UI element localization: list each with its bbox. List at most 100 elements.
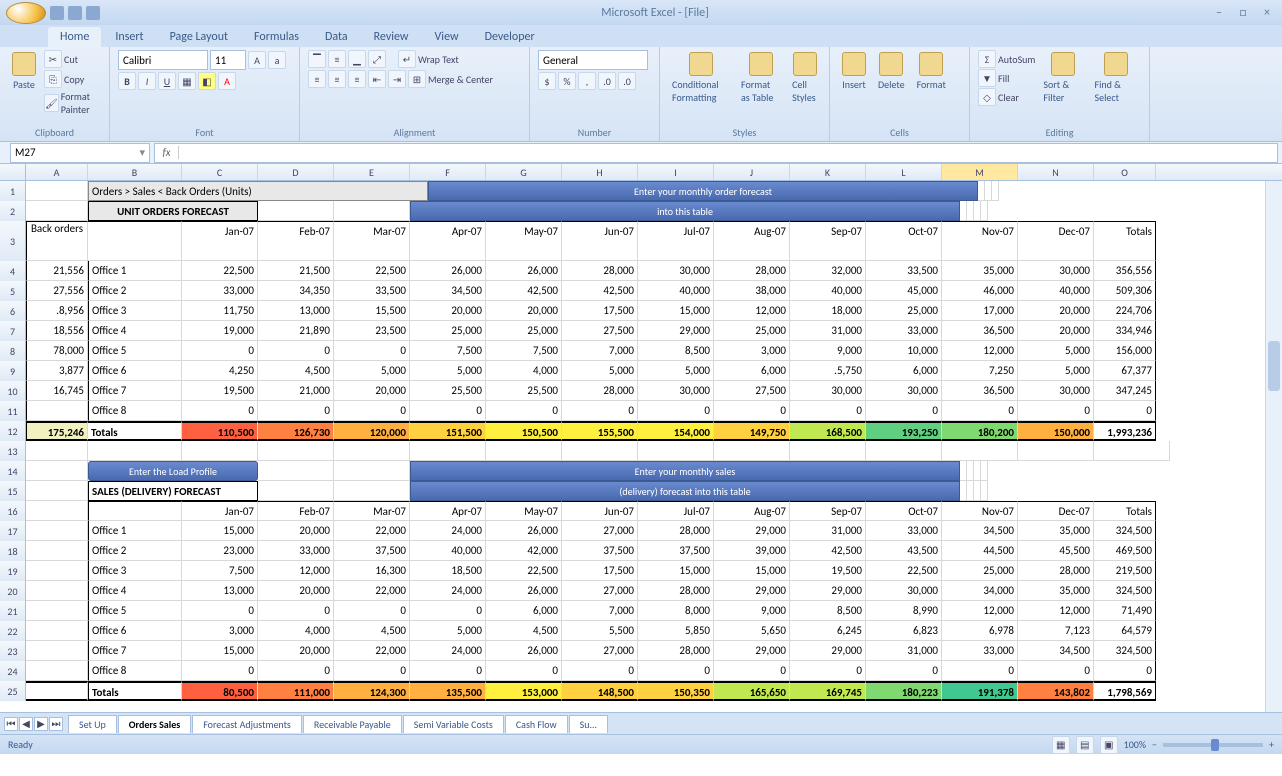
cell[interactable]	[26, 181, 88, 201]
clear-button[interactable]: ◇Clear	[978, 88, 1035, 106]
cell[interactable]	[960, 201, 967, 221]
cell[interactable]: Totals	[88, 421, 182, 441]
tab-developer[interactable]: Developer	[473, 27, 547, 47]
cell[interactable]: 7,500	[486, 341, 562, 361]
cell[interactable]: Office 8	[88, 661, 182, 681]
cell[interactable]: .8,956	[26, 301, 88, 321]
cell[interactable]: 20,000	[1018, 301, 1094, 321]
cell[interactable]: 3,000	[714, 341, 790, 361]
cell[interactable]: Office 4	[88, 321, 182, 341]
shrink-font-icon[interactable]: a	[268, 51, 286, 69]
cell[interactable]	[334, 201, 410, 221]
cell[interactable]: 4,000	[258, 621, 334, 641]
cell[interactable]: 9,000	[714, 601, 790, 621]
cell[interactable]: 5,000	[334, 361, 410, 381]
cell[interactable]: 150,500	[486, 421, 562, 441]
cell[interactable]: 27,500	[714, 381, 790, 401]
col-header-B[interactable]: B	[88, 164, 182, 180]
formula-bar[interactable]: fx	[154, 143, 1278, 163]
cell[interactable]: 16,300	[334, 561, 410, 581]
cell[interactable]: 0	[334, 601, 410, 621]
cell[interactable]	[981, 481, 988, 501]
scrollbar-thumb[interactable]	[1268, 341, 1280, 391]
cell[interactable]: Office 3	[88, 561, 182, 581]
qat-undo-icon[interactable]	[68, 6, 82, 20]
cell[interactable]: 19,500	[182, 381, 258, 401]
maximize-button[interactable]: □	[1234, 6, 1252, 20]
cell[interactable]: 180,200	[942, 421, 1018, 441]
align-left-icon[interactable]: ≡	[308, 70, 326, 88]
cell[interactable]: 12,000	[258, 561, 334, 581]
cell[interactable]	[981, 461, 988, 481]
cell[interactable]	[967, 201, 974, 221]
cell[interactable]: 35,000	[942, 261, 1018, 281]
cell[interactable]: 44,500	[942, 541, 1018, 561]
cell[interactable]	[26, 541, 88, 561]
align-center-icon[interactable]: ≡	[328, 70, 346, 88]
cell[interactable]: 33,500	[334, 281, 410, 301]
cell[interactable]: 0	[182, 601, 258, 621]
cell[interactable]: 29,000	[714, 641, 790, 661]
cell[interactable]: 6,000	[486, 601, 562, 621]
cell[interactable]: 334,946	[1094, 321, 1156, 341]
vertical-scrollbar[interactable]	[1265, 181, 1282, 712]
cell[interactable]: 25,000	[410, 321, 486, 341]
cell[interactable]: Jun-07	[562, 221, 638, 261]
cell[interactable]: 33,000	[866, 321, 942, 341]
cell[interactable]: 17,500	[562, 301, 638, 321]
cell[interactable]: 26,000	[486, 261, 562, 281]
select-all-corner[interactable]	[0, 164, 26, 180]
cell[interactable]: Office 7	[88, 381, 182, 401]
cell[interactable]: 42,500	[790, 541, 866, 561]
row-header[interactable]: 9	[0, 361, 26, 381]
cell[interactable]: 5,000	[562, 361, 638, 381]
cell[interactable]: 0	[258, 401, 334, 421]
cell[interactable]: Apr-07	[410, 221, 486, 261]
cell[interactable]: 29,000	[638, 321, 714, 341]
cell[interactable]: 168,500	[790, 421, 866, 441]
cell[interactable]: 0	[942, 401, 1018, 421]
cell[interactable]: 67,377	[1094, 361, 1156, 381]
name-box[interactable]: M27▾	[10, 143, 150, 163]
cell[interactable]	[88, 441, 182, 461]
cell[interactable]: 7,123	[1018, 621, 1094, 641]
cell[interactable]: 40,000	[410, 541, 486, 561]
cell[interactable]: Dec-07	[1018, 501, 1094, 521]
cell[interactable]: 25,000	[486, 321, 562, 341]
office-button[interactable]	[6, 2, 46, 24]
cell[interactable]: 0	[866, 401, 942, 421]
row-header[interactable]: 5	[0, 281, 26, 301]
cell[interactable]: 8,500	[638, 341, 714, 361]
cell[interactable]: 175,246	[26, 421, 88, 441]
cell[interactable]: 4,250	[182, 361, 258, 381]
cell[interactable]: 22,500	[486, 561, 562, 581]
cell[interactable]: Mar-07	[334, 221, 410, 261]
cell[interactable]: 111,000	[258, 681, 334, 701]
cell[interactable]: 19,000	[182, 321, 258, 341]
align-middle-icon[interactable]: ≡	[328, 50, 346, 68]
cell[interactable]: Totals	[1094, 501, 1156, 521]
cell[interactable]: 8,000	[638, 601, 714, 621]
cell[interactable]	[334, 441, 410, 461]
cell[interactable]: 224,706	[1094, 301, 1156, 321]
cell[interactable]: 155,500	[562, 421, 638, 441]
cell[interactable]: 22,500	[866, 561, 942, 581]
row-header[interactable]: 6	[0, 301, 26, 321]
autosum-button[interactable]: ΣAutoSum	[978, 50, 1035, 68]
tab-insert[interactable]: Insert	[103, 27, 155, 47]
row-header[interactable]: 13	[0, 441, 26, 461]
cell[interactable]: 16,745	[26, 381, 88, 401]
bold-button[interactable]: B	[118, 72, 136, 90]
cell[interactable]: 7,250	[942, 361, 1018, 381]
format-table-button[interactable]: Format as Table	[737, 50, 784, 106]
cell[interactable]: 0	[334, 341, 410, 361]
col-header-F[interactable]: F	[410, 164, 486, 180]
cell[interactable]	[942, 441, 1018, 461]
cell[interactable]: 31,000	[790, 321, 866, 341]
cell[interactable]: 0	[182, 661, 258, 681]
format-cells-button[interactable]: Format	[913, 50, 950, 93]
sheet-tab[interactable]: Cash Flow	[505, 715, 568, 733]
cell[interactable]: 15,000	[182, 641, 258, 661]
cell[interactable]: 17,000	[942, 301, 1018, 321]
cell[interactable]: 25,500	[410, 381, 486, 401]
